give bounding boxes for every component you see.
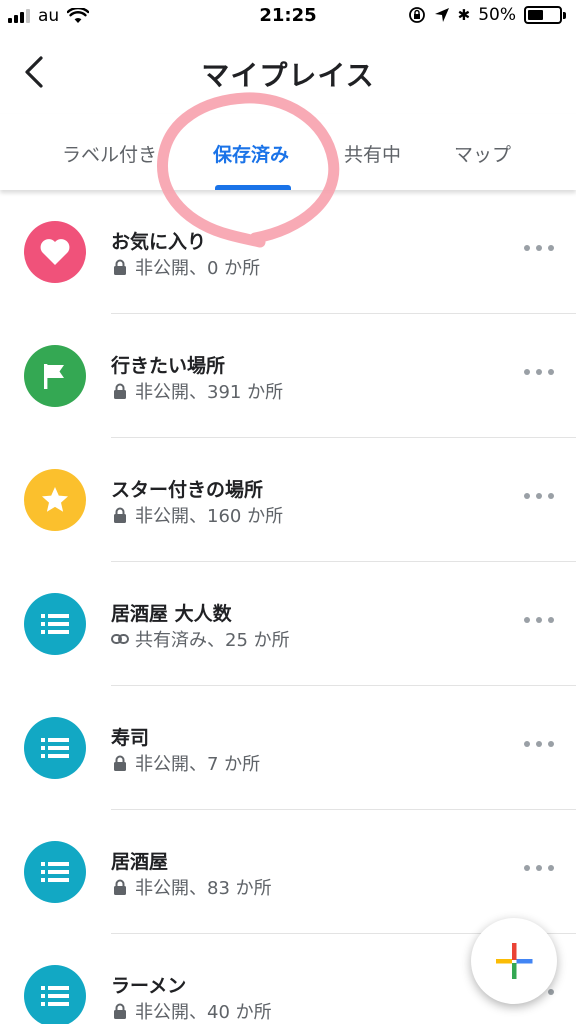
list-title: ラーメン (111, 975, 187, 997)
list-item-sushi[interactable]: 寿司 非公開、7 か所 (0, 686, 576, 810)
list-subtitle: 非公開、160 か所 (111, 502, 283, 528)
heart-icon (24, 221, 86, 283)
list-subtitle: 非公開、7 か所 (111, 750, 260, 776)
page-title: マイプレイス (201, 59, 375, 92)
list-meta: 非公開、391 か所 (135, 382, 284, 403)
saved-lists: お気に入り 非公開、0 か所 行きたい場所 非公開、391 か所 スター付きの場… (0, 190, 576, 1024)
list-title: 寿司 (111, 727, 150, 749)
list-meta: 共有済み、25 か所 (135, 630, 290, 651)
lock-icon (111, 506, 129, 524)
tab-bar: ラベル付き 保存済み 共有中 マップ (0, 114, 576, 190)
list-icon (24, 965, 86, 1024)
status-right: ✱ 50% (408, 5, 566, 25)
active-tab-indicator (215, 185, 291, 190)
tab-labeled[interactable]: ラベル付き (62, 140, 157, 167)
list-meta: 非公開、7 か所 (135, 754, 261, 775)
header: マイプレイス (0, 34, 576, 114)
lock-icon (111, 258, 129, 276)
list-meta: 非公開、160 か所 (135, 506, 284, 527)
more-options-button[interactable] (524, 734, 554, 754)
list-item-favorites[interactable]: お気に入り 非公開、0 か所 (0, 190, 576, 314)
battery-fill (528, 10, 543, 20)
more-options-button[interactable] (524, 238, 554, 258)
screen: au 21:25 ✱ 50% マイプレイス ラベル付き 保存済み 共有中 マップ… (0, 0, 576, 1024)
list-item-want-to-go[interactable]: 行きたい場所 非公開、391 か所 (0, 314, 576, 438)
list-meta: 非公開、83 か所 (135, 878, 272, 899)
lock-icon (111, 382, 129, 400)
status-bar: au 21:25 ✱ 50% (0, 0, 576, 34)
list-icon (24, 841, 86, 903)
list-item-starred[interactable]: スター付きの場所 非公開、160 か所 (0, 438, 576, 562)
more-options-button[interactable] (524, 610, 554, 630)
location-arrow-icon (434, 8, 449, 22)
list-title: 行きたい場所 (111, 355, 226, 377)
add-list-button[interactable] (471, 918, 557, 1004)
lock-icon (111, 1002, 129, 1020)
list-item-izakaya-group[interactable]: 居酒屋 大人数 共有済み、25 か所 (0, 562, 576, 686)
list-icon (24, 717, 86, 779)
more-options-button[interactable] (524, 858, 554, 878)
list-icon (24, 593, 86, 655)
star-icon (24, 469, 86, 531)
bluetooth-icon: ✱ (457, 6, 471, 24)
tab-maps[interactable]: マップ (454, 140, 511, 167)
more-options-button[interactable] (524, 362, 554, 382)
list-subtitle: 非公開、391 か所 (111, 378, 283, 404)
list-title: スター付きの場所 (111, 479, 264, 501)
list-title: お気に入り (111, 231, 207, 253)
flag-icon (24, 345, 86, 407)
tab-shared[interactable]: 共有中 (344, 140, 401, 167)
link-icon (111, 630, 129, 648)
tab-saved[interactable]: 保存済み (213, 140, 289, 167)
list-subtitle: 非公開、83 か所 (111, 874, 272, 900)
list-item-izakaya[interactable]: 居酒屋 非公開、83 か所 (0, 810, 576, 934)
list-meta: 非公開、40 か所 (135, 1002, 272, 1023)
lock-icon (111, 878, 129, 896)
lock-icon (111, 754, 129, 772)
more-options-button[interactable] (524, 486, 554, 506)
list-title: 居酒屋 大人数 (111, 603, 232, 625)
list-subtitle: 非公開、40 か所 (111, 998, 272, 1024)
list-title: 居酒屋 (111, 851, 169, 873)
list-subtitle: 非公開、0 か所 (111, 254, 260, 280)
orientation-lock-icon (408, 7, 425, 23)
list-meta: 非公開、0 か所 (135, 258, 261, 279)
list-subtitle: 共有済み、25 か所 (111, 626, 290, 652)
battery-percent: 50% (478, 5, 516, 25)
plus-icon (496, 943, 533, 979)
battery-icon (524, 6, 566, 24)
